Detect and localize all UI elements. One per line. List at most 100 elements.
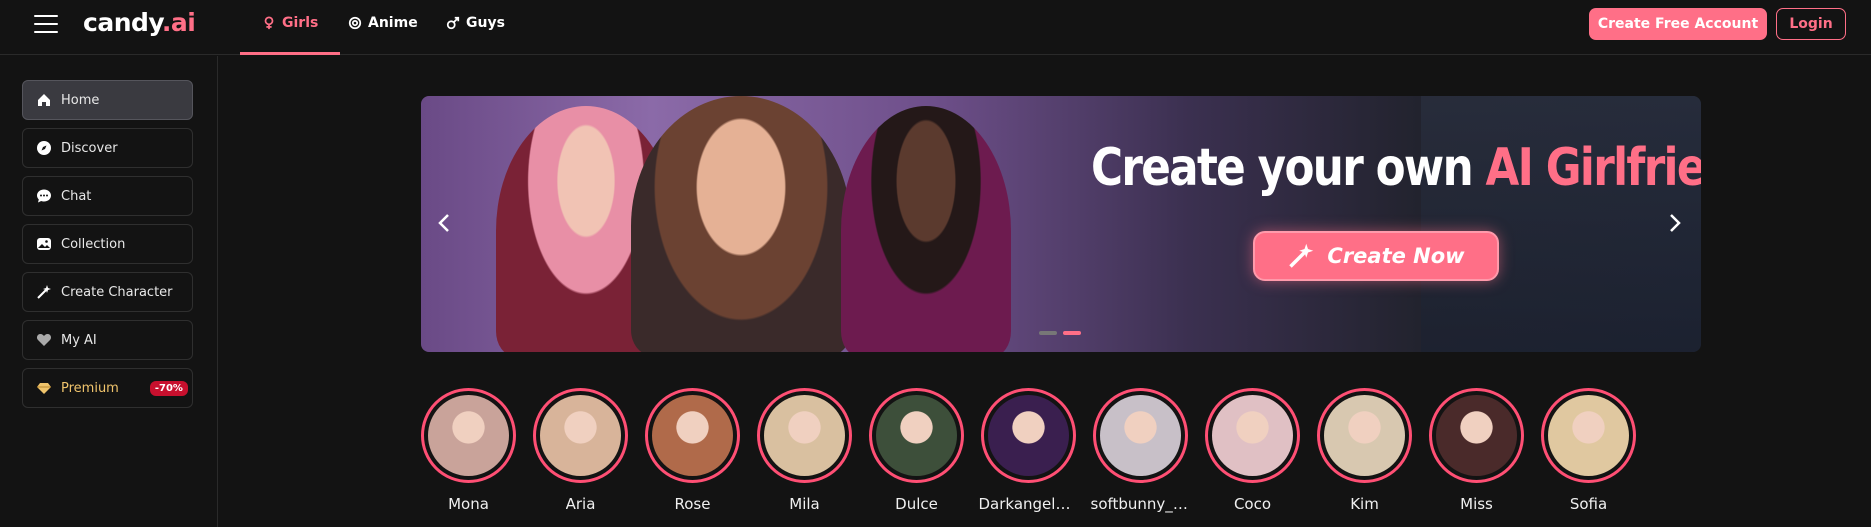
character-name: Dulce	[895, 495, 938, 513]
avatar	[1436, 395, 1517, 476]
avatar-ring	[1429, 388, 1524, 483]
slide-indicators	[1039, 331, 1081, 335]
avatar-ring	[1205, 388, 1300, 483]
character-name: Miss	[1460, 495, 1493, 513]
create-now-button[interactable]: Create Now	[1253, 231, 1499, 281]
character-name: Kim	[1350, 495, 1379, 513]
chat-bubble-icon	[36, 188, 52, 204]
avatar	[1548, 395, 1629, 476]
sidebar-item-label: Discover	[61, 140, 118, 156]
sidebar-item-discover[interactable]: Discover	[22, 128, 193, 168]
slide-dot[interactable]	[1039, 331, 1057, 335]
character-name: Aria	[565, 495, 596, 513]
sidebar-item-label: Create Character	[61, 284, 173, 300]
banner-model-image	[841, 106, 1011, 352]
sidebar-item-create-character[interactable]: Create Character	[22, 272, 193, 312]
anime-icon	[348, 16, 362, 29]
character-card[interactable]: Mona	[421, 388, 516, 513]
sidebar-item-label: Home	[61, 92, 100, 108]
male-icon	[446, 16, 460, 29]
avatar	[540, 395, 621, 476]
character-name: Rose	[674, 495, 711, 513]
avatar-ring	[757, 388, 852, 483]
avatar	[1100, 395, 1181, 476]
create-account-button[interactable]: Create Free Account	[1589, 8, 1767, 40]
avatar-ring	[533, 388, 628, 483]
hero-banner[interactable]: Create your own AI Girlfriend Create Now	[421, 96, 1701, 352]
character-card[interactable]: Dulce	[869, 388, 964, 513]
avatar	[988, 395, 1069, 476]
chevron-right-icon	[1670, 214, 1681, 232]
avatar-ring	[1541, 388, 1636, 483]
discount-badge: -70%	[149, 380, 188, 396]
character-card[interactable]: Kim	[1317, 388, 1412, 513]
sidebar-item-premium[interactable]: Premium -70%	[22, 368, 193, 408]
slide-dot-active[interactable]	[1063, 331, 1081, 335]
avatar	[1212, 395, 1293, 476]
avatar-ring	[1093, 388, 1188, 483]
character-name: Mona	[448, 495, 489, 513]
sidebar-item-home[interactable]: Home	[22, 80, 193, 120]
avatar-ring	[645, 388, 740, 483]
logo[interactable]: candy.ai	[83, 8, 196, 37]
sidebar-item-chat[interactable]: Chat	[22, 176, 193, 216]
menu-icon[interactable]	[34, 15, 58, 33]
tab-anime-label: Anime	[368, 14, 418, 31]
character-name: softbunny_x...	[1090, 495, 1191, 513]
banner-title-main: Create your own	[1091, 138, 1486, 198]
magic-wand-icon	[36, 284, 52, 300]
character-list: Mona Aria Rose Mila Dulce Darkangel6... softbu…	[421, 388, 1636, 513]
avatar	[1324, 395, 1405, 476]
heart-icon	[36, 332, 52, 348]
avatar-ring	[1317, 388, 1412, 483]
create-now-label: Create Now	[1327, 244, 1465, 268]
character-name: Coco	[1233, 495, 1272, 513]
banner-title-highlight: AI Girlfriend	[1485, 138, 1701, 198]
avatar	[652, 395, 733, 476]
character-card[interactable]: Mila	[757, 388, 852, 513]
home-icon	[36, 92, 52, 108]
sidebar-item-label: My AI	[61, 332, 97, 348]
character-card[interactable]: Coco	[1205, 388, 1300, 513]
sidebar-item-label: Chat	[61, 188, 92, 204]
tab-girls-label: Girls	[282, 14, 319, 31]
banner-background	[1421, 96, 1701, 352]
banner-model-image	[631, 96, 851, 352]
magic-wand-icon	[1289, 243, 1314, 268]
previous-slide-arrow[interactable]	[434, 208, 454, 238]
avatar	[876, 395, 957, 476]
avatar-ring	[981, 388, 1076, 483]
avatar-ring	[421, 388, 516, 483]
character-card[interactable]: softbunny_x...	[1090, 388, 1191, 513]
sidebar-item-collection[interactable]: Collection	[22, 224, 193, 264]
avatar	[764, 395, 845, 476]
character-name: Darkangel6...	[978, 495, 1079, 513]
image-collection-icon	[36, 236, 52, 252]
logo-suffix: .ai	[161, 8, 196, 37]
character-card[interactable]: Sofia	[1541, 388, 1636, 513]
female-icon	[264, 15, 274, 29]
sidebar-item-label: Premium	[61, 380, 119, 396]
next-slide-arrow[interactable]	[1665, 208, 1685, 238]
tab-anime[interactable]: Anime	[326, 0, 440, 55]
character-card[interactable]: Miss	[1429, 388, 1524, 513]
avatar-ring	[869, 388, 964, 483]
character-name: Mila	[789, 495, 820, 513]
character-card[interactable]: Rose	[645, 388, 740, 513]
diamond-icon	[36, 380, 52, 396]
top-header: candy.ai Girls Anime Guys Create Free Ac…	[0, 0, 1871, 55]
chevron-left-icon	[438, 214, 449, 232]
tab-guys[interactable]: Guys	[424, 0, 527, 55]
character-name: Sofia	[1569, 495, 1608, 513]
sidebar-item-label: Collection	[61, 236, 126, 252]
character-card[interactable]: Aria	[533, 388, 628, 513]
sidebar: Home Discover Chat Collection Create Cha…	[0, 56, 218, 527]
login-button[interactable]: Login	[1776, 8, 1846, 40]
sidebar-item-my-ai[interactable]: My AI	[22, 320, 193, 360]
compass-icon	[36, 140, 52, 156]
banner-title: Create your own AI Girlfriend	[1091, 138, 1701, 198]
tab-guys-label: Guys	[466, 14, 505, 31]
avatar	[428, 395, 509, 476]
character-card[interactable]: Darkangel6...	[978, 388, 1079, 513]
logo-text: candy	[83, 8, 162, 37]
